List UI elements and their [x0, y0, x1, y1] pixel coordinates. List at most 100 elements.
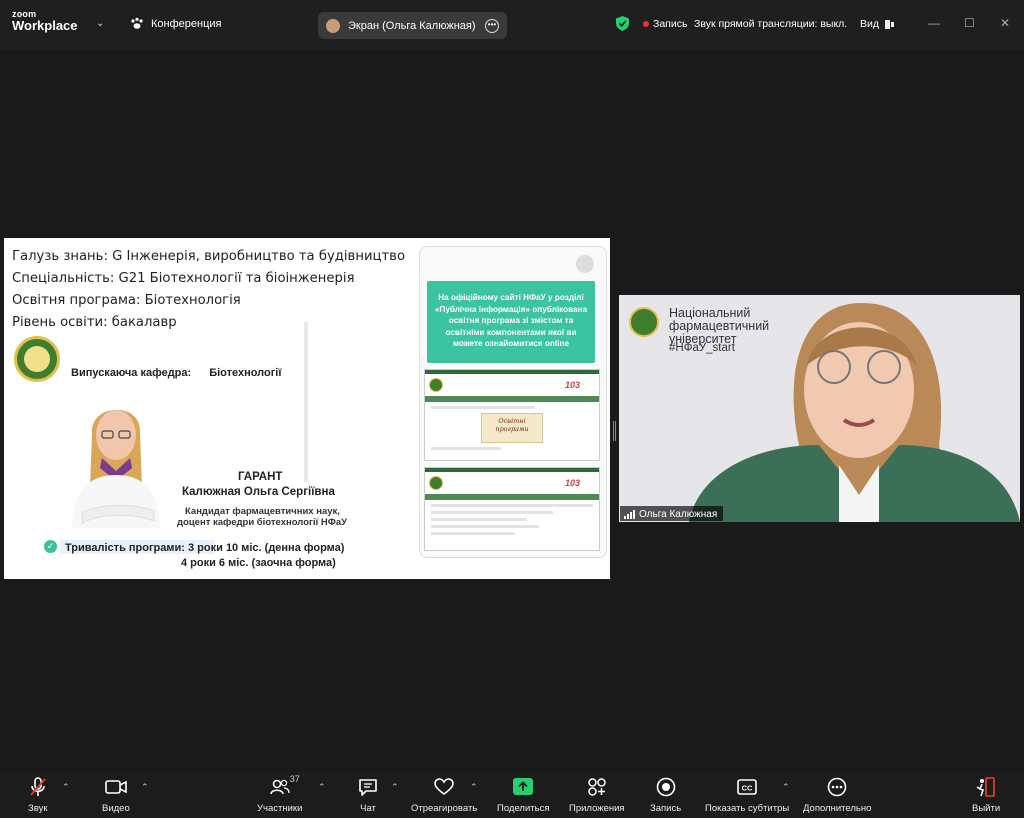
- check-icon: ✓: [44, 540, 57, 553]
- education-programs-card: Освітні програми: [481, 413, 543, 443]
- participants-count: 37: [289, 774, 300, 784]
- close-icon[interactable]: ✕: [1000, 16, 1010, 30]
- heart-icon: [434, 778, 454, 795]
- site-crest-icon: [429, 476, 443, 490]
- svg-text:CC: CC: [742, 784, 753, 793]
- view-label: Вид: [860, 18, 879, 30]
- site-103-logo-2: 103: [565, 478, 581, 488]
- top-bar: zoom Workplace ⌄ Конференция Экран (Ольг…: [0, 0, 1024, 50]
- more-button[interactable]: Дополнительно: [803, 776, 871, 814]
- audio-button[interactable]: Звук: [28, 776, 47, 814]
- slide-line-level: Рівень освіти: бакалавр: [12, 315, 177, 330]
- screen-share-pill[interactable]: Экран (Ольга Калюжная) •••: [318, 12, 507, 39]
- react-caret-icon[interactable]: ⌃: [470, 782, 478, 793]
- website-preview: На офіційному сайті НФаУ у розділі «Публ…: [419, 246, 607, 558]
- recording-indicator[interactable]: Запись: [643, 18, 687, 30]
- record-button[interactable]: Запись: [650, 776, 681, 814]
- chevron-down-icon[interactable]: ⌄: [96, 18, 104, 29]
- record-label: Запись: [650, 803, 682, 814]
- share-label: Поделиться: [497, 803, 550, 814]
- conference-label: Конференция: [151, 17, 222, 30]
- share-screen-icon: [513, 778, 534, 795]
- site-crest-icon: [429, 378, 443, 392]
- captions-caret-icon[interactable]: ⌃: [782, 782, 790, 793]
- participant-video-frame: [689, 302, 1020, 522]
- splitter-handle[interactable]: [613, 421, 616, 441]
- participant-nameplate: Ольга Калюжная: [620, 506, 724, 521]
- audio-options-caret-icon[interactable]: ⌃: [62, 782, 70, 793]
- zoom-logo: zoom Workplace: [12, 10, 78, 33]
- video-options-caret-icon[interactable]: ⌃: [141, 782, 149, 793]
- signal-icon: [624, 509, 635, 519]
- participants-label: Участники: [257, 803, 303, 814]
- react-label: Отреагировать: [411, 803, 478, 814]
- paw-icon: [131, 17, 143, 29]
- video-label: Видео: [102, 803, 130, 814]
- record-dot-icon: [643, 21, 649, 27]
- dept-label: Випускаюча кафедра:: [71, 367, 192, 379]
- guarantee-position: доцент кафедри біотехнології НФаУ: [177, 517, 348, 528]
- conference-menu[interactable]: Конференция: [130, 17, 221, 30]
- react-button[interactable]: Отреагировать: [411, 776, 477, 814]
- recording-label: Запись: [653, 18, 688, 30]
- video-button[interactable]: Видео: [102, 776, 130, 814]
- department-line: Випускаюча кафедра: Біотехнології: [71, 367, 281, 379]
- share-button[interactable]: Поделиться: [497, 776, 549, 814]
- circle-button-icon: [576, 255, 594, 273]
- logo-line2: Workplace: [12, 18, 78, 33]
- guarantee-photo: [72, 409, 160, 528]
- university-crest-icon: [14, 336, 60, 382]
- duration-parttime: 4 роки 6 міс. (заочна форма): [181, 557, 336, 569]
- leave-button[interactable]: Выйти: [972, 776, 1000, 814]
- shared-screen-slide[interactable]: Галузь знань: G Інженерія, виробництво т…: [4, 238, 610, 579]
- screen-share-label: Экран (Ольга Калюжная): [348, 19, 476, 32]
- site-screenshot-1: 103 Освітні програми: [424, 369, 600, 461]
- more-label: Дополнительно: [803, 803, 872, 814]
- participant-name: Ольга Калюжная: [639, 508, 718, 520]
- record-icon: [656, 777, 675, 797]
- audio-label: Звук: [28, 803, 48, 814]
- view-button[interactable]: Вид: [860, 18, 894, 30]
- chat-caret-icon[interactable]: ⌃: [391, 782, 399, 793]
- more-icon[interactable]: •••: [485, 18, 499, 33]
- participants-caret-icon[interactable]: ⌃: [318, 782, 326, 793]
- site-103-logo: 103: [565, 380, 581, 390]
- apps-button[interactable]: Приложения: [569, 776, 625, 814]
- slide-line-field: Галузь знань: G Інженерія, виробництво т…: [12, 249, 406, 264]
- guarantee-degree: Кандидат фармацевтичних наук,: [185, 506, 340, 517]
- apps-icon: [588, 778, 606, 796]
- maximize-icon[interactable]: ☐: [964, 16, 975, 30]
- stream-audio-status[interactable]: Звук прямой трансляции: выкл.: [694, 18, 847, 30]
- guarantee-name: Калюжная Ольга Сергіївна: [182, 486, 335, 498]
- view-layout-icon: [885, 19, 894, 29]
- apps-label: Приложения: [569, 803, 625, 814]
- captions-label: Показать субтитры: [705, 803, 790, 814]
- microphone-muted-icon: [29, 777, 46, 796]
- site-screenshot-2: 103: [424, 467, 600, 551]
- university-crest-icon: [629, 307, 659, 337]
- leave-icon: [976, 777, 995, 797]
- divider: [304, 322, 308, 482]
- duration-fulltime: Тривалість програми: 3 роки 10 міс. (ден…: [65, 542, 345, 554]
- meeting-toolbar: Звук ⌃ Видео ⌃ 37 Участники ⌃ Чат ⌃ Отре…: [0, 772, 1024, 818]
- guarantee-title: ГАРАНТ: [238, 471, 283, 483]
- more-icon: [827, 777, 847, 797]
- participants-button[interactable]: 37 Участники: [257, 774, 303, 814]
- chat-button[interactable]: Чат: [358, 776, 378, 814]
- participant-video[interactable]: Національний фармацевтичний університет …: [619, 295, 1020, 522]
- leave-label: Выйти: [972, 803, 1001, 814]
- avatar: [326, 18, 340, 33]
- slide-line-specialty: Спеціальність: G21 Біотехнології та біоі…: [12, 271, 355, 286]
- slide-line-program: Освітня програма: Біотехнологія: [12, 293, 241, 308]
- participants-icon: [269, 779, 290, 795]
- closed-captions-icon: CC: [737, 779, 757, 795]
- dept-value: Біотехнології: [209, 367, 282, 379]
- chat-label: Чат: [360, 803, 376, 814]
- chat-icon: [359, 779, 377, 796]
- video-camera-icon: [105, 780, 127, 794]
- zoom-window: zoom Workplace ⌄ Конференция Экран (Ольг…: [0, 0, 1024, 818]
- minimize-icon[interactable]: —: [928, 16, 940, 30]
- shield-icon[interactable]: [616, 16, 629, 31]
- captions-button[interactable]: CC Показать субтитры: [705, 776, 789, 814]
- info-banner: На офіційному сайті НФаУ у розділі «Публ…: [427, 281, 595, 363]
